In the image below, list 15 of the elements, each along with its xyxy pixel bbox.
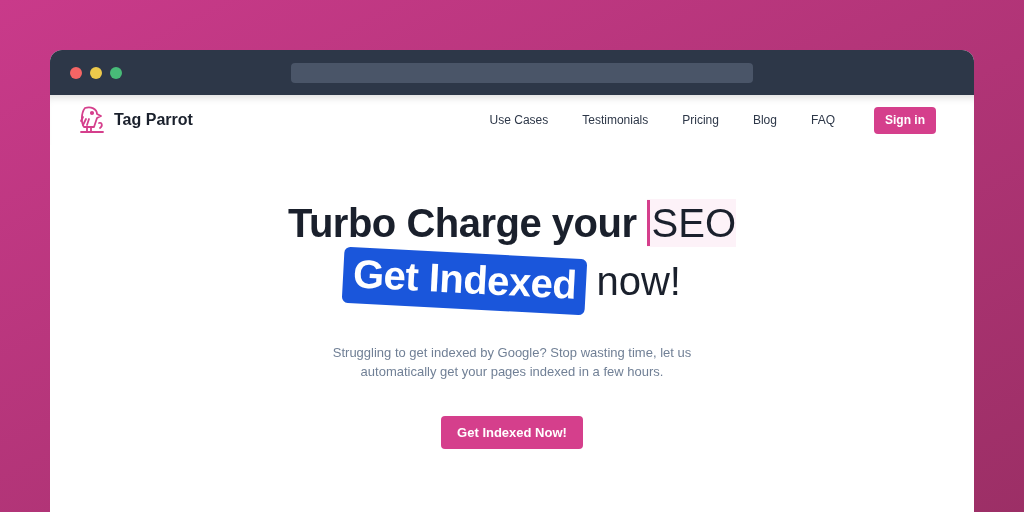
brand-name[interactable]: Tag Parrot (114, 108, 193, 132)
parrot-logo-icon[interactable] (77, 105, 105, 135)
text-cursor (646, 200, 650, 246)
nav-link[interactable]: Blog (752, 111, 777, 129)
nav-link[interactable]: Testimonials (582, 111, 649, 129)
typed-text: SEO (651, 200, 736, 247)
headline-text: Turbo Charge your (287, 200, 637, 247)
get-indexed-button[interactable]: Get Indexed Now! (441, 416, 583, 449)
headline-text: now! (596, 258, 681, 305)
nav-link[interactable]: Use Cases (489, 111, 549, 129)
subtitle-text: Struggling to get indexed by Google? Stop wasting time, let us automatically get your pages indexed in a few hours. (331, 344, 693, 381)
nav-link[interactable]: FAQ (811, 111, 835, 129)
nav-link[interactable]: Pricing (682, 111, 719, 129)
highlight-badge: Get Indexed (341, 246, 588, 316)
sign-in-button[interactable]: Sign in (874, 106, 936, 134)
